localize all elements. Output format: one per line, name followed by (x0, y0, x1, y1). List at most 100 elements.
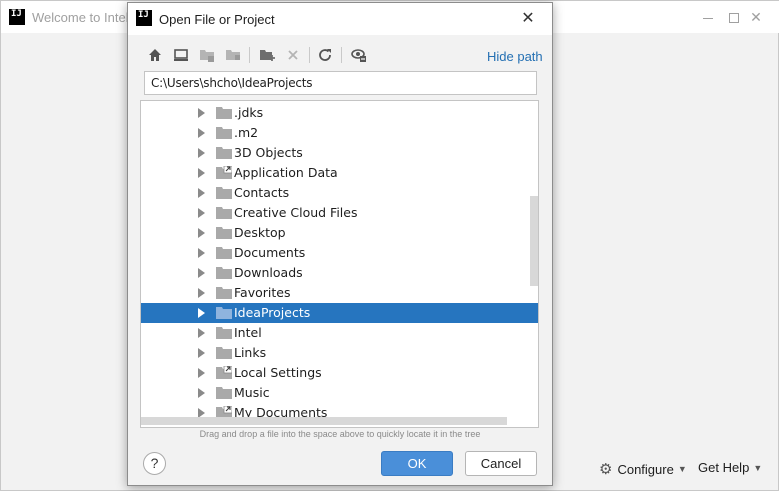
tree-item-label: .m2 (234, 125, 259, 140)
intellij-app-icon: IJ _ (9, 9, 25, 28)
folder-icon (216, 127, 232, 139)
path-input[interactable]: C:\Users\shcho\IdeaProjects (144, 71, 537, 95)
tree-item-label: Creative Cloud Files (234, 205, 358, 220)
close-icon: ✕ (750, 9, 762, 25)
folder-shortcut-icon (216, 166, 232, 179)
folder-icon (216, 387, 232, 399)
tree-item[interactable]: Favorites (141, 283, 538, 303)
refresh-button[interactable] (315, 45, 335, 65)
toolbar-separator (341, 47, 342, 63)
folder-icon (216, 227, 232, 239)
ok-button[interactable]: OK (381, 451, 453, 476)
tree-item[interactable]: Downloads (141, 263, 538, 283)
tree-item[interactable]: .m2 (141, 123, 538, 143)
tree-item[interactable]: 3D Objects (141, 143, 538, 163)
get-help-label: Get Help (698, 460, 750, 475)
delete-icon (288, 50, 298, 60)
delete-button (283, 45, 303, 65)
show-hidden-icon (351, 49, 366, 62)
tree-item-label: Music (234, 385, 270, 400)
toolbar-separator (309, 47, 310, 63)
module-directory-button (223, 45, 243, 65)
gear-icon: ⚙ (599, 461, 613, 478)
intellij-app-icon: IJ _ (136, 10, 152, 29)
dialog-titlebar: IJ _ Open File or Project ✕ (128, 3, 552, 35)
hide-path-link[interactable]: Hide path (487, 49, 543, 64)
chevron-down-icon: ▼ (677, 464, 687, 474)
tree-item[interactable]: Intel (141, 323, 538, 343)
close-icon: ✕ (521, 10, 535, 27)
expand-arrow-icon[interactable] (198, 228, 205, 238)
home-button[interactable] (145, 45, 165, 65)
tree-item[interactable]: Links (141, 343, 538, 363)
folder-icon (216, 307, 232, 319)
configure-menu[interactable]: ⚙ Configure ▼ (599, 460, 687, 478)
expand-arrow-icon[interactable] (198, 168, 205, 178)
show-hidden-button[interactable] (349, 45, 369, 65)
project-directory-icon (200, 50, 214, 62)
module-directory-icon (226, 50, 240, 60)
tree-item[interactable]: Desktop (141, 223, 538, 243)
open-file-dialog: IJ _ Open File or Project ✕ Hide path C:… (127, 2, 553, 486)
expand-arrow-icon[interactable] (198, 368, 205, 378)
dialog-toolbar: Hide path (128, 41, 552, 69)
tree-item-label: Links (234, 345, 267, 360)
desktop-icon (174, 49, 188, 61)
folder-icon (216, 347, 232, 359)
tree-item[interactable]: Contacts (141, 183, 538, 203)
minimize-button[interactable] (698, 8, 718, 26)
folder-icon (216, 247, 232, 259)
tree-item-label: Documents (234, 245, 306, 260)
expand-arrow-icon[interactable] (198, 268, 205, 278)
tree-item[interactable]: IdeaProjects (141, 303, 538, 323)
new-folder-icon (260, 50, 275, 61)
folder-icon (216, 107, 232, 119)
tree-item-label: Application Data (234, 165, 338, 180)
file-tree[interactable]: .jdks .m2 3D Objects Application Data Contac… (140, 100, 539, 428)
maximize-icon (729, 13, 739, 24)
tree-item[interactable]: Creative Cloud Files (141, 203, 538, 223)
home-icon (149, 49, 161, 61)
expand-arrow-icon[interactable] (198, 348, 205, 358)
tree-item-label: Downloads (234, 265, 303, 280)
help-button[interactable]: ? (143, 452, 166, 475)
folder-shortcut-icon (216, 366, 232, 379)
horizontal-scrollbar[interactable] (141, 417, 507, 425)
drag-drop-hint: Drag and drop a file into the space abov… (199, 429, 481, 439)
tree-item[interactable]: Application Data (141, 163, 538, 183)
expand-arrow-icon[interactable] (198, 108, 205, 118)
folder-icon (216, 287, 232, 299)
dialog-close-button[interactable]: ✕ (518, 9, 538, 29)
tree-item[interactable]: Local Settings (141, 363, 538, 383)
cancel-button[interactable]: Cancel (465, 451, 537, 476)
expand-arrow-icon[interactable] (198, 388, 205, 398)
minimize-icon (703, 17, 713, 19)
get-help-menu[interactable]: Get Help ▼ (698, 460, 762, 475)
expand-arrow-icon[interactable] (198, 328, 205, 338)
folder-icon (216, 187, 232, 199)
tree-item-label: Desktop (234, 225, 286, 240)
chevron-down-icon: ▼ (753, 462, 763, 473)
expand-arrow-icon[interactable] (198, 248, 205, 258)
folder-icon (216, 207, 232, 219)
new-folder-button[interactable] (257, 45, 277, 65)
expand-arrow-icon[interactable] (198, 128, 205, 138)
vertical-scrollbar[interactable] (530, 196, 538, 286)
tree-item-label: IdeaProjects (234, 305, 311, 320)
desktop-button[interactable] (171, 45, 191, 65)
expand-arrow-icon[interactable] (198, 148, 205, 158)
tree-item[interactable]: Documents (141, 243, 538, 263)
expand-arrow-icon[interactable] (198, 288, 205, 298)
close-button[interactable]: ✕ (746, 8, 766, 26)
maximize-button[interactable] (724, 8, 744, 26)
project-directory-button (197, 45, 217, 65)
folder-icon (216, 267, 232, 279)
expand-arrow-icon[interactable] (198, 208, 205, 218)
tree-item[interactable]: .jdks (141, 103, 538, 123)
tree-item-label: Local Settings (234, 365, 322, 380)
folder-icon (216, 327, 232, 339)
expand-arrow-icon[interactable] (198, 308, 205, 318)
dialog-title: Open File or Project (159, 12, 275, 27)
expand-arrow-icon[interactable] (198, 188, 205, 198)
tree-item[interactable]: Music (141, 383, 538, 403)
